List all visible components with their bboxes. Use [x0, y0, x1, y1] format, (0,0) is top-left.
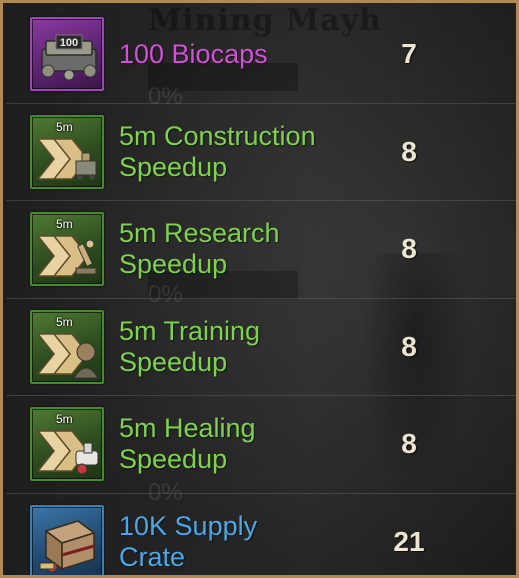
reward-row: 5m 5m Construction Speedup 8 — [6, 104, 516, 201]
duration-badge: 5m — [56, 119, 73, 134]
reward-row: 5m 5m Research Speedup 8 — [6, 201, 516, 299]
biocaps-icon: 100 — [30, 17, 104, 92]
reward-row: 5m 5m Training Speedup 8 — [6, 299, 516, 396]
reward-name: 5m Training Speedup — [119, 315, 261, 377]
research-speedup-icon: 5m — [30, 212, 104, 287]
reward-row: 10K Supply Crate 21 — [6, 494, 516, 575]
svg-text:100: 100 — [60, 37, 78, 49]
supply-crate-icon — [30, 505, 104, 575]
reward-quantity: 21 — [393, 526, 425, 558]
reward-row: 5m 5m Healing Speedup 8 — [6, 396, 516, 494]
reward-name: 100 Biocaps — [119, 38, 268, 69]
training-speedup-icon: 5m — [30, 309, 104, 384]
reward-name: 5m Construction Speedup — [119, 120, 316, 182]
construction-speedup-icon: 5m — [30, 114, 104, 189]
rewards-panel: Mining Mayh 0% 0% 0% 100 100 Biocaps 7 5… — [0, 0, 519, 578]
reward-quantity: 8 — [401, 233, 417, 265]
reward-name: 5m Healing Speedup — [119, 413, 256, 475]
reward-list: 100 100 Biocaps 7 5m 5m Construction Spee… — [6, 6, 516, 575]
reward-quantity: 8 — [401, 330, 417, 362]
duration-badge: 5m — [56, 412, 73, 427]
duration-badge: 5m — [56, 217, 73, 232]
reward-name: 10K Supply Crate — [119, 511, 258, 573]
reward-quantity: 7 — [401, 38, 417, 70]
duration-badge: 5m — [56, 314, 73, 329]
reward-row: 100 100 Biocaps 7 — [6, 6, 516, 104]
reward-quantity: 8 — [401, 135, 417, 167]
healing-speedup-icon: 5m — [30, 407, 104, 482]
reward-quantity: 8 — [401, 428, 417, 460]
reward-name: 5m Research Speedup — [119, 218, 280, 280]
